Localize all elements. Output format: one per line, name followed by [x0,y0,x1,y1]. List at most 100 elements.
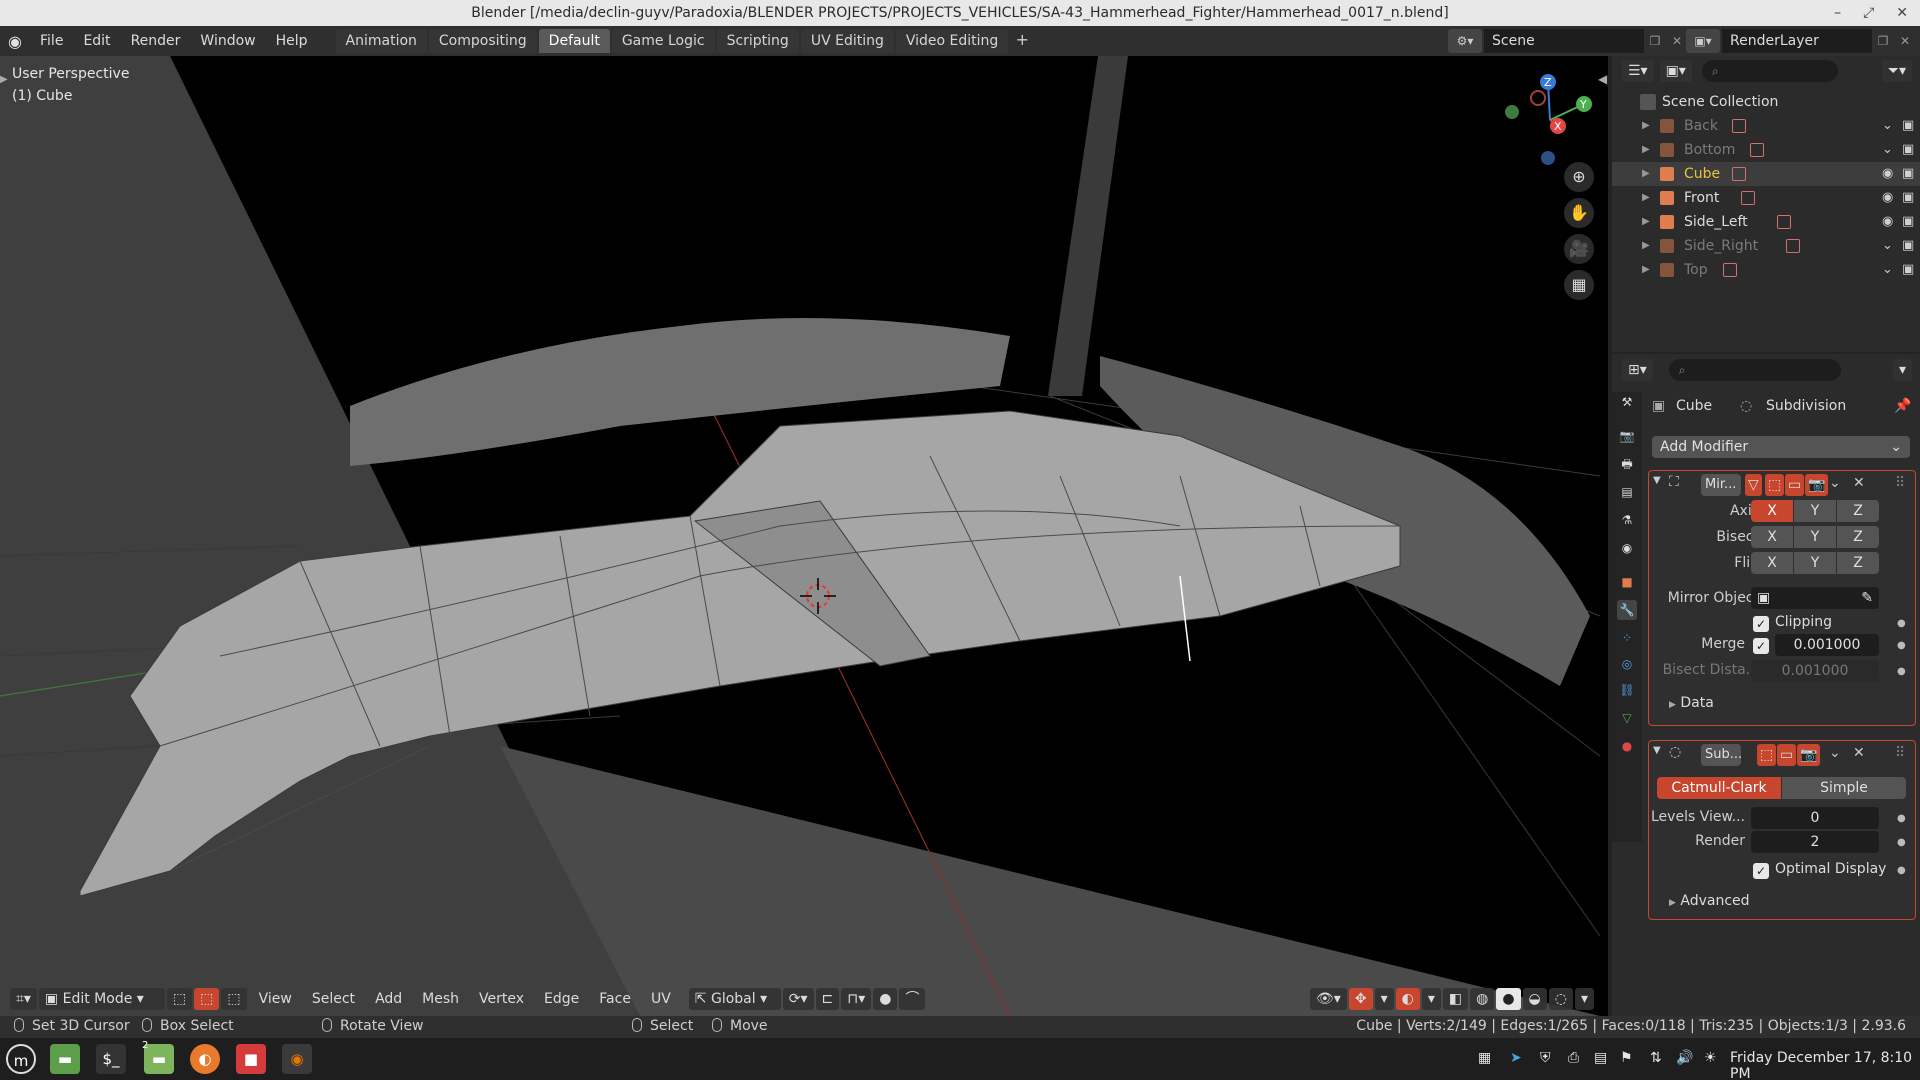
axis-y-toggle[interactable]: Y [1794,500,1836,522]
bisect-distance-field[interactable]: 0.001000 [1751,660,1879,682]
menu-edit[interactable]: Edit [73,26,120,56]
levels-keyframe-icon[interactable]: ● [1897,813,1906,824]
eye-icon[interactable]: ◉ [1882,162,1893,186]
add-workspace-icon[interactable]: + [1010,29,1034,53]
sub-render-toggle-icon[interactable]: 📷 [1797,744,1821,766]
properties-options-icon[interactable]: ▾ [1892,359,1912,381]
eye-closed-icon[interactable]: ⌄ [1882,138,1893,162]
subdivision-drag-icon[interactable]: ⠿ [1895,745,1905,761]
camera-icon[interactable]: ▣ [1902,114,1914,138]
menu-render[interactable]: Render [121,26,191,56]
folder-icon[interactable]: ▬ [144,1044,174,1074]
scene-collection-row[interactable]: Scene Collection [1612,90,1920,114]
network-icon[interactable]: ⇅ [1650,1050,1662,1066]
clipboard-icon[interactable]: ▤ [1594,1050,1607,1066]
axis-x-toggle[interactable]: X [1751,500,1793,522]
render-levels-field[interactable]: 2 [1751,831,1879,853]
physics-tab-icon[interactable]: ◎ [1617,654,1637,674]
eye-icon[interactable]: ◉ [1882,186,1893,210]
3d-viewport[interactable]: ▶ User Perspective (1) Cube ◀ Z Y X ⊕ ✋ … [0,56,1608,1016]
tab-uv-editing[interactable]: UV Editing [800,29,894,53]
mirror-drag-icon[interactable]: ⠿ [1895,475,1905,491]
menu-help[interactable]: Help [266,26,318,56]
outliner-editor-type-icon[interactable]: ☰▾ [1622,60,1654,82]
flip-x-toggle[interactable]: X [1751,552,1793,574]
clipping-keyframe-icon[interactable]: ● [1897,618,1906,629]
bisect-z-toggle[interactable]: Z [1837,526,1879,548]
material-shading-icon[interactable]: ◒ [1522,988,1547,1010]
clipping-checkbox[interactable]: ✓ [1753,616,1769,632]
mirror-remove-icon[interactable]: ✕ [1853,475,1865,491]
visibility-icon[interactable]: 👁▾ [1310,988,1347,1010]
xray-icon[interactable]: ◧ [1442,988,1469,1010]
camera-view-icon[interactable]: 🎥 [1564,234,1594,264]
delete-renderlayer-icon[interactable]: ✕ [1894,29,1916,53]
maximize-button[interactable]: ⤢ [1863,0,1874,26]
editmode-toggle-icon[interactable]: ⬚ [1765,474,1785,496]
blender-logo-icon[interactable]: ◉ [0,32,30,51]
overlay-dropdown-icon[interactable]: ▾ [1421,988,1441,1010]
add-modifier-dropdown[interactable]: Add Modifier ⌄ [1652,436,1910,458]
edge-select-icon[interactable]: ⬚ [194,988,220,1010]
scene-name[interactable]: Scene [1484,29,1644,53]
proportional-edit-icon[interactable]: ● [873,988,898,1010]
eye-closed-icon[interactable]: ⌄ [1882,258,1893,282]
camera-icon[interactable]: ▣ [1902,234,1914,258]
camera-icon[interactable]: ▣ [1902,210,1914,234]
advanced-subpanel-toggle[interactable]: ▶ Advanced [1669,893,1750,909]
outliner-item-cube[interactable]: ▶ Cube ◉ ▣ [1612,162,1920,186]
mode-selector[interactable]: ▣ Edit Mode ▾ [38,988,165,1010]
filter-icon[interactable]: ⏷▾ [1881,60,1912,82]
brightness-icon[interactable]: ☀ [1704,1050,1717,1066]
menu-select[interactable]: Select [302,991,365,1007]
properties-search-input[interactable]: ⌕ [1668,359,1841,381]
editor-type-icon[interactable]: ⌗▾ [10,988,37,1010]
gizmo-toggle-icon[interactable]: ✥ [1348,988,1373,1010]
view-layer-tab-icon[interactable]: ▤ [1617,482,1637,502]
scene-selector[interactable]: ⚙▾ Scene ❐ ✕ [1448,29,1688,53]
blender-taskbar-icon[interactable]: ◉ [282,1044,312,1074]
zoom-icon[interactable]: ⊕ [1564,162,1594,192]
optimal-display-checkbox[interactable]: ✓ [1753,863,1769,879]
expand-icon[interactable]: ▶ [1642,234,1650,258]
minimize-button[interactable]: – [1834,0,1841,26]
menu-face[interactable]: Face [589,991,641,1007]
outliner-item-bottom[interactable]: ▶ Bottom ⌄ ▣ [1612,138,1920,162]
outliner-item-front[interactable]: ▶ Front ◉ ▣ [1612,186,1920,210]
menu-edge[interactable]: Edge [534,991,589,1007]
camera-icon[interactable]: ▣ [1902,162,1914,186]
mirror-name-field[interactable]: Mir... [1701,474,1741,496]
data-tab-icon[interactable]: ▽ [1617,708,1637,728]
renderlayer-name[interactable]: RenderLayer [1722,29,1872,53]
menu-uv[interactable]: UV [641,991,681,1007]
volume-icon[interactable]: 🔊 [1676,1050,1693,1066]
flip-z-toggle[interactable]: Z [1837,552,1879,574]
snap-target-icon[interactable]: ⊓▾ [841,988,872,1010]
sub-editmode-toggle-icon[interactable]: ⬚ [1757,744,1777,766]
delete-scene-icon[interactable]: ✕ [1666,29,1688,53]
falloff-icon[interactable]: ⌒ [899,988,926,1010]
camera-icon[interactable]: ▣ [1902,258,1914,282]
display-mode-icon[interactable]: ▣▾ [1659,60,1692,82]
snap-icon[interactable]: ⊏ [815,988,840,1010]
viewport-toggle-icon[interactable]: ▭ [1785,474,1805,496]
flip-y-toggle[interactable]: Y [1794,552,1836,574]
mirror-options-icon[interactable]: ⌄ [1829,475,1841,491]
expand-icon[interactable]: ▶ [1642,162,1650,186]
world-tab-icon[interactable]: ◉ [1617,538,1637,558]
renderlayer-selector[interactable]: ▣▾ RenderLayer ❐ ✕ [1686,29,1916,53]
new-renderlayer-icon[interactable]: ❐ [1872,29,1894,53]
bisect-y-toggle[interactable]: Y [1794,526,1836,548]
simple-toggle[interactable]: Simple [1782,777,1906,799]
rendered-shading-icon[interactable]: ◌ [1548,988,1573,1010]
menu-mesh[interactable]: Mesh [412,991,469,1007]
wireframe-shading-icon[interactable]: ◍ [1470,988,1495,1010]
clock[interactable]: Friday December 17, 8:10 PM [1730,1050,1920,1080]
bisect-keyframe-icon[interactable]: ● [1897,666,1906,677]
subdivision-options-icon[interactable]: ⌄ [1829,745,1841,761]
merge-keyframe-icon[interactable]: ● [1897,640,1906,651]
outliner-item-back[interactable]: ▶ Back ⌄ ▣ [1612,114,1920,138]
gizmo-neg-z-icon[interactable] [1541,151,1555,165]
close-button[interactable]: ✕ [1896,0,1908,26]
new-scene-icon[interactable]: ❐ [1644,29,1666,53]
